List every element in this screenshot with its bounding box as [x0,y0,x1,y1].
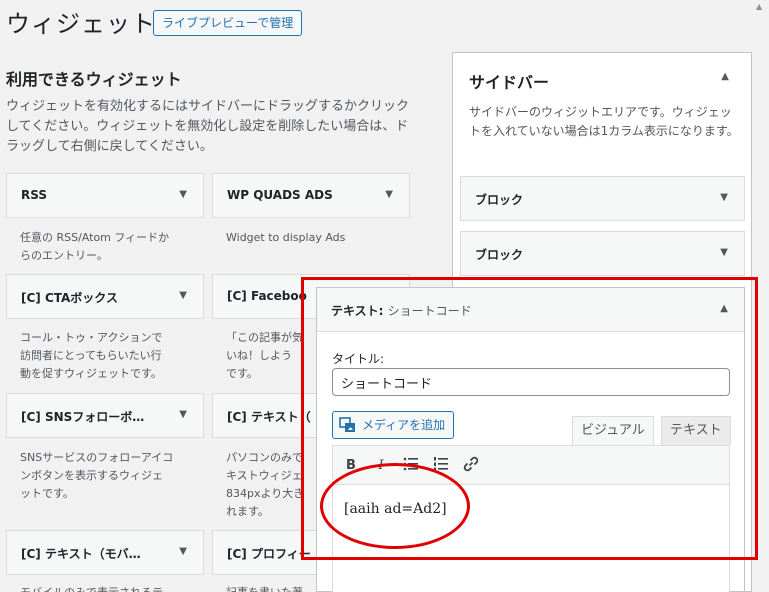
chevron-down-icon[interactable]: ▼ [720,192,728,203]
widget-rss[interactable]: RSS ▼ [6,173,204,218]
sidebar-widget-block[interactable]: ブロック ▼ [460,231,745,276]
widget-sns-follow[interactable]: [C] SNSフォローボ… ▼ [6,393,204,438]
block-title: ブロック [475,248,524,262]
chevron-down-icon[interactable]: ▼ [179,189,187,200]
widget-wp-quads-ads[interactable]: WP QUADS ADS ▼ [212,173,410,218]
widget-text-mobile[interactable]: [C] テキスト（モバ… ▼ [6,530,204,575]
widget-title: WP QUADS ADS [227,188,333,202]
widget-description: SNSサービスのフォローアイコ ンボタンを表示するウィジェ ットです。 [20,451,174,500]
widget-title: [C] CTAボックス [21,291,118,305]
widget-description: コール・トゥ・アクションで 訪問者にとってもらいたい行 動を促すウィジェットです… [20,331,163,380]
widget-description: 任意の RSS/Atom フィードか らのエントリー。 [20,231,170,262]
widget-cta-box[interactable]: [C] CTAボックス ▼ [6,274,204,319]
live-preview-button[interactable]: ライブプレビューで管理 [153,10,303,36]
sidebar-title: サイドバー [469,73,550,92]
chevron-down-icon[interactable]: ▼ [179,546,187,557]
widget-title: RSS [21,188,47,202]
sidebar-description: サイドバーのウィジットエリアです。ウィジェットを入れていない場合は1カラム表示に… [469,105,739,138]
available-widgets-title: 利用できるウィジェット [6,70,182,89]
widget-description: Widget to display Ads [226,231,346,244]
widget-title: [C] テキスト（モバ… [21,547,141,561]
widget-title: [C] SNSフォローボ… [21,410,145,424]
chevron-up-icon[interactable]: ▲ [721,71,729,82]
chevron-down-icon[interactable]: ▼ [720,247,728,258]
chevron-down-icon[interactable]: ▼ [385,189,393,200]
chevron-down-icon[interactable]: ▼ [179,290,187,301]
chevron-down-icon[interactable]: ▼ [179,409,187,420]
available-widgets-description: ウィジェットを有効化するにはサイドバーにドラッグするかクリックしてください。ウィ… [6,99,410,154]
highlight-ellipse [320,463,470,549]
page-title: ウィジェット [6,10,156,38]
block-title: ブロック [475,193,524,207]
scroll-up-icon[interactable]: ▲ [756,2,762,11]
scrollbar[interactable]: ▲ [752,0,769,50]
sidebar-widget-block[interactable]: ブロック ▼ [460,176,745,221]
widget-description: モバイルのみで表示されるテ [20,584,190,592]
